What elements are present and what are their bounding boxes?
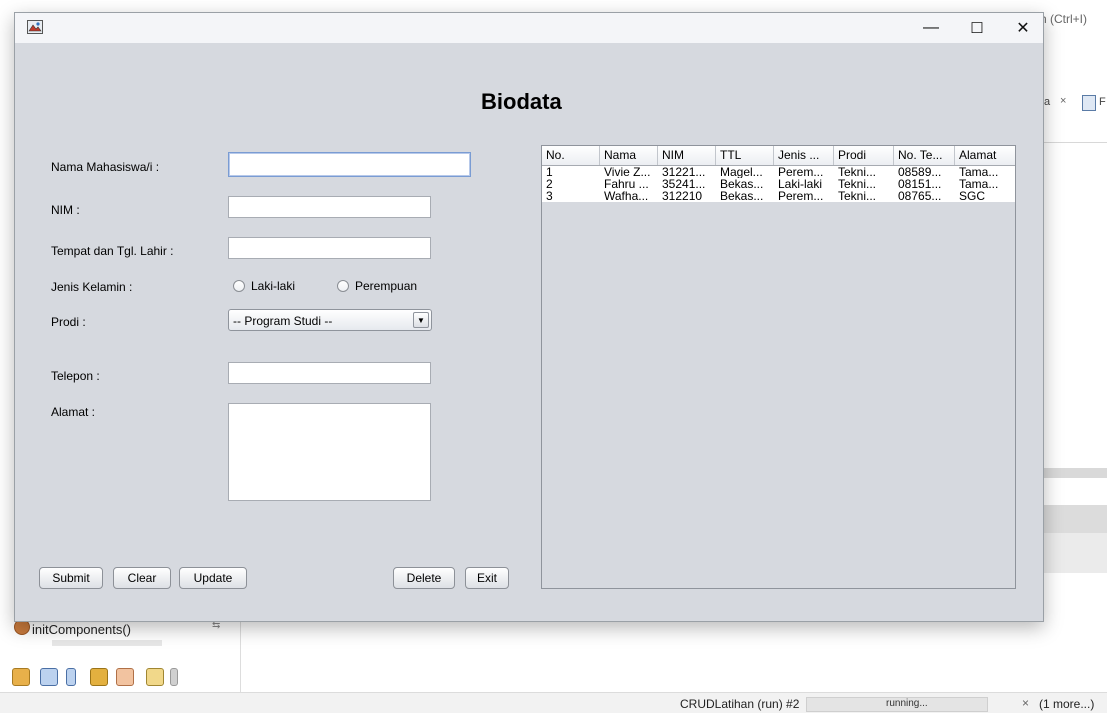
table-cell: Magel... bbox=[720, 166, 763, 178]
table-cell: Wafha... bbox=[604, 190, 649, 202]
lock-icon[interactable] bbox=[90, 668, 108, 686]
minimize-button[interactable]: — bbox=[909, 13, 953, 43]
nim-input[interactable] bbox=[228, 196, 431, 218]
table-cell: Tama... bbox=[959, 178, 999, 190]
ide-search-hint[interactable]: h (Ctrl+I) bbox=[1040, 12, 1087, 26]
column-header[interactable]: No. Te... bbox=[894, 146, 955, 165]
navigator-item-blurred[interactable] bbox=[52, 640, 162, 646]
ide-tab-label-2[interactable]: F bbox=[1099, 96, 1106, 108]
table-cell: 08589... bbox=[898, 166, 942, 178]
window-titlebar[interactable]: — ☐ ✕ bbox=[15, 13, 1043, 43]
column-header[interactable]: Prodi bbox=[834, 146, 894, 165]
table-cell: Tama... bbox=[959, 166, 999, 178]
java-app-icon bbox=[27, 20, 43, 34]
prodi-selected-value: -- Program Studi -- bbox=[233, 314, 333, 328]
label-nama: Nama Mahasiswa/i : bbox=[51, 160, 160, 174]
radio-circle-icon[interactable] bbox=[337, 280, 349, 292]
table-cell: 08151... bbox=[898, 178, 942, 190]
label-nim: NIM : bbox=[51, 203, 80, 217]
table-cell: 3 bbox=[546, 190, 553, 202]
separator-icon[interactable] bbox=[66, 668, 76, 686]
update-button[interactable]: Update bbox=[179, 567, 247, 589]
table-cell: SGC bbox=[959, 190, 986, 202]
label-ttl: Tempat dan Tgl. Lahir : bbox=[51, 244, 174, 258]
telepon-input[interactable] bbox=[228, 362, 431, 384]
status-cancel-icon[interactable]: × bbox=[1022, 696, 1029, 710]
table-cell: Tekni... bbox=[838, 190, 877, 202]
more-icon[interactable] bbox=[170, 668, 178, 686]
chevron-down-icon[interactable]: ▼ bbox=[413, 312, 429, 328]
label-telepon: Telepon : bbox=[51, 369, 100, 383]
column-header[interactable]: TTL bbox=[716, 146, 774, 165]
table-cell: Perem... bbox=[778, 166, 824, 178]
maximize-button[interactable]: ☐ bbox=[955, 13, 999, 43]
column-header[interactable]: Alamat bbox=[955, 146, 1015, 165]
form-content: Biodata Nama Mahasiswa/i : NIM : Tempat … bbox=[15, 43, 1043, 621]
file-icon bbox=[1082, 95, 1096, 111]
page-title: Biodata bbox=[481, 89, 562, 114]
table-cell: Vivie Z... bbox=[604, 166, 651, 178]
ide-output-header bbox=[1040, 505, 1107, 533]
paint-icon[interactable] bbox=[116, 668, 134, 686]
radio-circle-icon[interactable] bbox=[233, 280, 245, 292]
clear-button[interactable]: Clear bbox=[113, 567, 171, 589]
bean-icon[interactable] bbox=[12, 668, 30, 686]
ide-palette-toolbar bbox=[10, 662, 240, 692]
prodi-select[interactable]: -- Program Studi -- ▼ bbox=[228, 309, 432, 331]
column-header[interactable]: Jenis ... bbox=[774, 146, 834, 165]
radio-laki-laki[interactable]: Laki-laki bbox=[233, 279, 295, 293]
submit-button[interactable]: Submit bbox=[39, 567, 103, 589]
table-header: No. Nama NIM TTL Jenis ... Prodi No. Te.… bbox=[542, 146, 1015, 166]
table-cell: 1 bbox=[546, 166, 553, 178]
table-cell: Perem... bbox=[778, 190, 824, 202]
close-button[interactable]: ✕ bbox=[1001, 13, 1045, 43]
table-cell: Bekas... bbox=[720, 178, 764, 190]
status-task-label[interactable]: CRUDLatihan (run) #2 bbox=[680, 697, 799, 711]
table-cell: Bekas... bbox=[720, 190, 764, 202]
biodata-table[interactable]: No. Nama NIM TTL Jenis ... Prodi No. Te.… bbox=[541, 145, 1016, 589]
label-prodi: Prodi : bbox=[51, 315, 86, 329]
label-alamat: Alamat : bbox=[51, 405, 96, 419]
ide-horizontal-scrollbar[interactable] bbox=[1040, 468, 1107, 478]
ttl-input[interactable] bbox=[228, 237, 431, 259]
table-cell: 35241... bbox=[662, 178, 706, 190]
table-row[interactable]: 2 Fahru ... 35241... Bekas... Laki-laki … bbox=[542, 178, 1015, 190]
exit-button[interactable]: Exit bbox=[465, 567, 509, 589]
table-row[interactable]: 1 Vivie Z... 31221... Magel... Perem... … bbox=[542, 166, 1015, 178]
radio-perempuan[interactable]: Perempuan bbox=[337, 279, 417, 293]
status-more-link[interactable]: (1 more...) bbox=[1039, 697, 1094, 711]
ide-tab-close-icon[interactable]: × bbox=[1060, 95, 1066, 107]
table-cell: Tekni... bbox=[838, 166, 877, 178]
radio-label-perempuan: Perempuan bbox=[355, 279, 418, 293]
panel-icon[interactable] bbox=[40, 668, 58, 686]
column-header[interactable]: Nama bbox=[600, 146, 658, 165]
delete-button[interactable]: Delete bbox=[393, 567, 455, 589]
radio-label-laki-laki: Laki-laki bbox=[251, 279, 296, 293]
table-cell: 08765... bbox=[898, 190, 942, 202]
edit-icon[interactable] bbox=[146, 668, 164, 686]
biodata-window: — ☐ ✕ Biodata Nama Mahasiswa/i : NIM : T… bbox=[14, 12, 1044, 622]
navigator-item-initcomponents[interactable]: initComponents() bbox=[32, 622, 131, 637]
table-cell: Fahru ... bbox=[604, 178, 649, 190]
status-running-text: running... bbox=[886, 698, 928, 709]
alamat-textarea[interactable] bbox=[228, 403, 431, 501]
table-cell: 31221... bbox=[662, 166, 706, 178]
nama-input[interactable] bbox=[228, 152, 471, 177]
ide-output-panel bbox=[1040, 533, 1107, 573]
ide-divider bbox=[1040, 142, 1107, 143]
table-cell: 2 bbox=[546, 178, 553, 190]
table-row[interactable]: 3 Wafha... 312210 Bekas... Perem... Tekn… bbox=[542, 190, 1015, 202]
ide-tab-label[interactable]: a bbox=[1044, 96, 1050, 108]
label-jenis-kelamin: Jenis Kelamin : bbox=[51, 280, 133, 294]
table-cell: 312210 bbox=[662, 190, 703, 202]
table-cell: Laki-laki bbox=[778, 178, 823, 190]
column-header[interactable]: NIM bbox=[658, 146, 716, 165]
column-header[interactable]: No. bbox=[542, 146, 600, 165]
table-cell: Tekni... bbox=[838, 178, 877, 190]
ide-editor-tabs: a × F bbox=[1040, 92, 1107, 114]
